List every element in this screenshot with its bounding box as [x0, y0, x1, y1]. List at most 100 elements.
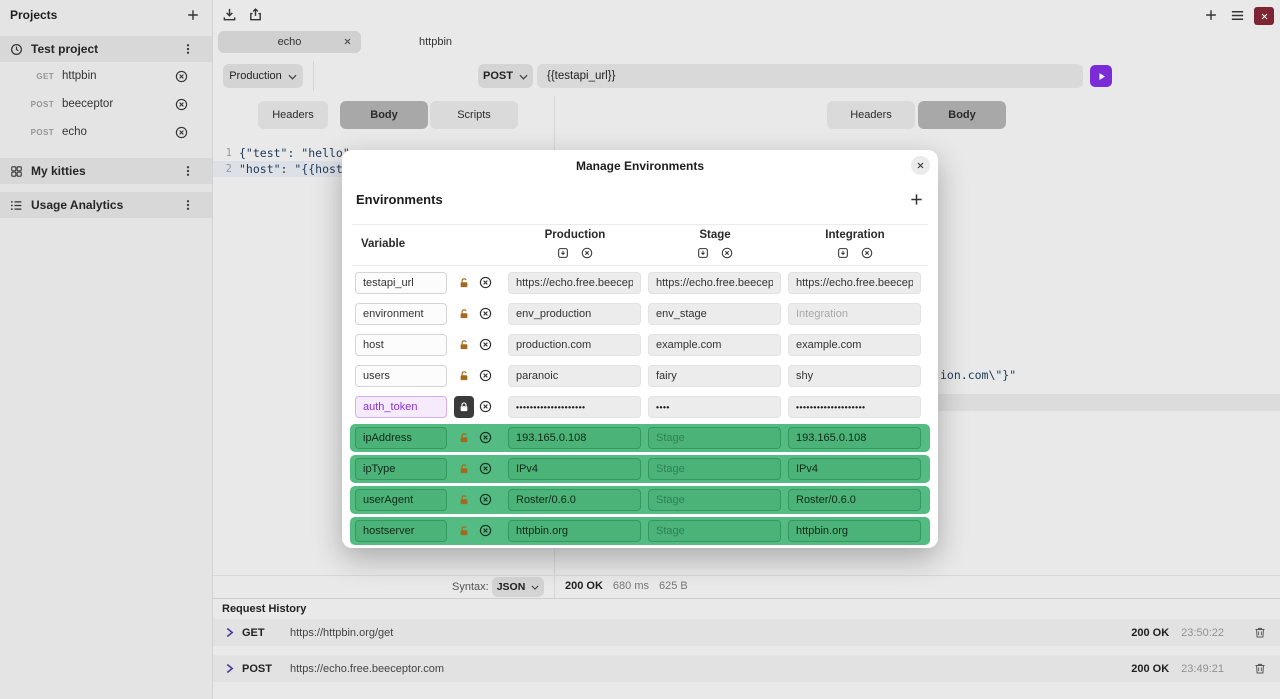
variable-value-input[interactable]: [648, 365, 781, 387]
variable-name-input[interactable]: [355, 489, 447, 511]
tab-request-headers[interactable]: Headers: [258, 101, 328, 129]
variable-name-input[interactable]: [355, 520, 447, 542]
history-row[interactable]: POST https://echo.free.beeceptor.com 200…: [213, 655, 1280, 682]
sidebar-item-usage-analytics[interactable]: Usage Analytics: [0, 192, 212, 218]
variable-value-input[interactable]: [788, 272, 921, 294]
import-icon[interactable]: [222, 7, 237, 22]
environment-select[interactable]: Production: [223, 64, 303, 88]
lock-toggle-button[interactable]: [454, 396, 474, 418]
variable-value-input[interactable]: [788, 334, 921, 356]
lock-toggle-button[interactable]: [454, 520, 474, 542]
variable-value-input[interactable]: [508, 520, 641, 542]
add-tab-icon[interactable]: [1204, 8, 1218, 22]
method-select[interactable]: POST: [478, 64, 533, 88]
delete-variable-icon[interactable]: [479, 400, 492, 413]
variable-name-input[interactable]: [355, 272, 447, 294]
variable-name-input[interactable]: [355, 427, 447, 449]
tab-httpbin[interactable]: httpbin: [361, 31, 510, 53]
close-icon[interactable]: [911, 156, 930, 175]
trash-icon[interactable]: [1254, 626, 1266, 639]
delete-variable-icon[interactable]: [479, 369, 492, 382]
lock-toggle-button[interactable]: [454, 427, 474, 449]
variable-value-input[interactable]: [648, 489, 781, 511]
lock-toggle-button[interactable]: [454, 489, 474, 511]
variable-value-input[interactable]: [788, 458, 921, 480]
delete-environment-icon[interactable]: [581, 247, 593, 259]
menu-icon[interactable]: [1230, 8, 1245, 23]
activate-environment-icon[interactable]: [837, 247, 849, 259]
lock-toggle-button[interactable]: [454, 334, 474, 356]
add-variable-icon[interactable]: [909, 192, 924, 207]
delete-variable-icon[interactable]: [479, 276, 492, 289]
variable-value-input[interactable]: [648, 334, 781, 356]
kebab-menu-icon[interactable]: [182, 198, 194, 212]
activate-environment-icon[interactable]: [697, 247, 709, 259]
lock-toggle-button[interactable]: [454, 303, 474, 325]
variable-value-input[interactable]: [648, 520, 781, 542]
variable-value-input[interactable]: [508, 489, 641, 511]
variable-value-input[interactable]: [788, 365, 921, 387]
kebab-menu-icon[interactable]: [182, 164, 194, 178]
history-row[interactable]: GET https://httpbin.org/get 200 OK 23:50…: [213, 619, 1280, 646]
add-project-button[interactable]: [186, 8, 200, 22]
delete-variable-icon[interactable]: [479, 524, 492, 537]
variable-value-input[interactable]: [788, 489, 921, 511]
delete-environment-icon[interactable]: [861, 247, 873, 259]
variable-value-input[interactable]: [648, 396, 781, 418]
remove-request-icon[interactable]: [175, 70, 188, 83]
tab-echo[interactable]: echo: [218, 31, 361, 53]
delete-variable-icon[interactable]: [479, 338, 492, 351]
variable-value-input[interactable]: [508, 272, 641, 294]
variable-value-input[interactable]: [508, 427, 641, 449]
chevron-right-icon[interactable]: [225, 663, 234, 674]
variable-value-input[interactable]: [508, 365, 641, 387]
variable-name-input[interactable]: [355, 458, 447, 480]
sidebar-item-test-project[interactable]: Test project: [0, 36, 212, 62]
lock-toggle-button[interactable]: [454, 272, 474, 294]
variable-value-input[interactable]: [788, 427, 921, 449]
variable-value-input[interactable]: [508, 303, 641, 325]
close-window-button[interactable]: [1254, 7, 1274, 25]
variable-value-input[interactable]: [648, 303, 781, 325]
delete-variable-icon[interactable]: [479, 307, 492, 320]
sidebar-request-echo[interactable]: POST echo: [0, 118, 212, 146]
send-request-button[interactable]: [1090, 65, 1112, 87]
tab-response-headers[interactable]: Headers: [827, 101, 915, 129]
trash-icon[interactable]: [1254, 662, 1266, 675]
chevron-right-icon[interactable]: [225, 627, 234, 638]
close-tab-icon[interactable]: [343, 37, 352, 46]
variable-name-input[interactable]: [355, 334, 447, 356]
variable-value-input[interactable]: [648, 272, 781, 294]
variable-value-input[interactable]: [508, 396, 641, 418]
variable-value-input[interactable]: [788, 396, 921, 418]
response-body-text: ion.com\"}": [940, 368, 1016, 382]
lock-toggle-button[interactable]: [454, 365, 474, 387]
tab-response-body[interactable]: Body: [918, 101, 1006, 129]
sidebar-request-httpbin[interactable]: GET httpbin: [0, 62, 212, 90]
sidebar-item-my-kitties[interactable]: My kitties: [0, 158, 212, 184]
variable-value-input[interactable]: [648, 458, 781, 480]
variable-name-input[interactable]: [355, 365, 447, 387]
delete-variable-icon[interactable]: [479, 431, 492, 444]
variable-value-input[interactable]: [508, 334, 641, 356]
delete-variable-icon[interactable]: [479, 493, 492, 506]
tab-request-body[interactable]: Body: [340, 101, 428, 129]
tab-request-scripts[interactable]: Scripts: [430, 101, 518, 129]
export-icon[interactable]: [248, 7, 263, 22]
kebab-menu-icon[interactable]: [182, 42, 194, 56]
variable-value-input[interactable]: [788, 303, 921, 325]
variable-name-input[interactable]: [355, 396, 447, 418]
remove-request-icon[interactable]: [175, 98, 188, 111]
delete-variable-icon[interactable]: [479, 462, 492, 475]
variable-name-input[interactable]: [355, 303, 447, 325]
remove-request-icon[interactable]: [175, 126, 188, 139]
request-url-input[interactable]: [537, 64, 1083, 88]
lock-toggle-button[interactable]: [454, 458, 474, 480]
variable-value-input[interactable]: [648, 427, 781, 449]
sidebar-request-beeceptor[interactable]: POST beeceptor: [0, 90, 212, 118]
activate-environment-icon[interactable]: [557, 247, 569, 259]
variable-value-input[interactable]: [788, 520, 921, 542]
variable-value-input[interactable]: [508, 458, 641, 480]
syntax-select[interactable]: JSON: [492, 577, 544, 597]
delete-environment-icon[interactable]: [721, 247, 733, 259]
